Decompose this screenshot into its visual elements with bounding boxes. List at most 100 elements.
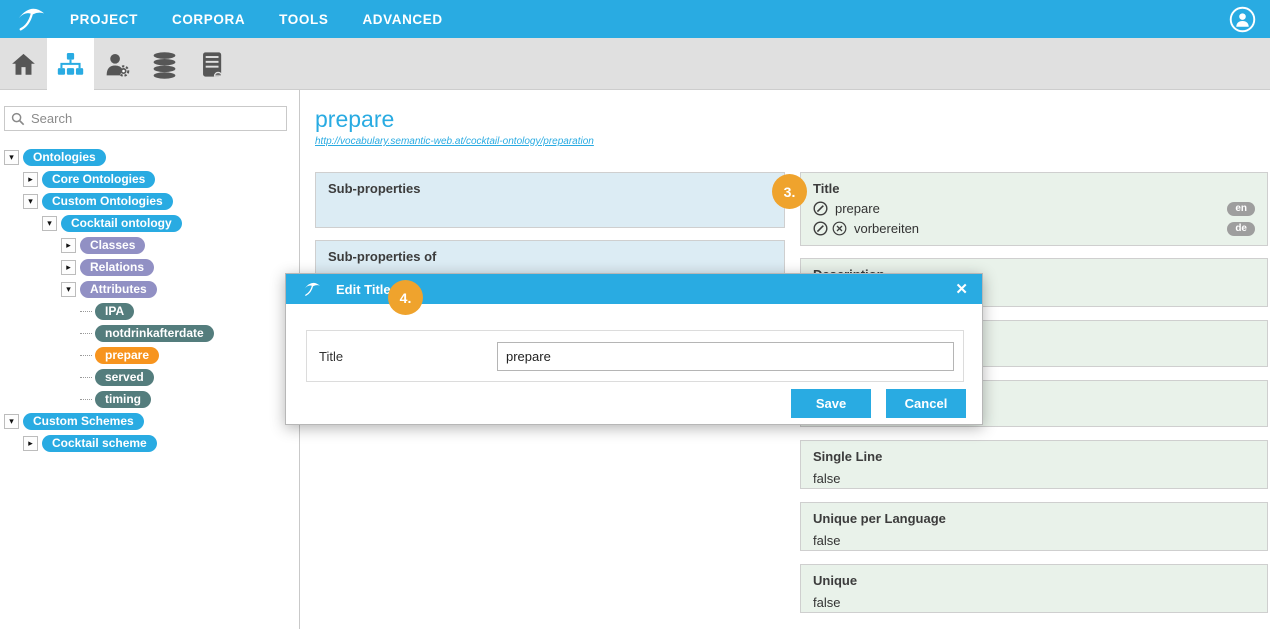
user-account-icon[interactable] — [1229, 6, 1256, 33]
panel-value: false — [813, 533, 1255, 548]
tree-expander-icon[interactable]: ▾ — [4, 150, 19, 165]
tree-row: ▸ Core Ontologies — [0, 168, 298, 190]
poolparty-umbrella-logo — [14, 4, 48, 34]
repository-icon — [197, 50, 226, 79]
edit-icon[interactable] — [813, 221, 828, 236]
tab-repository[interactable] — [188, 38, 235, 90]
poolparty-umbrella-logo — [302, 280, 322, 298]
cancel-button[interactable]: Cancel — [886, 389, 966, 418]
language-badge: de — [1227, 222, 1255, 236]
search-input[interactable] — [31, 111, 280, 126]
tab-home[interactable] — [0, 38, 47, 90]
tab-hierarchy[interactable] — [47, 38, 94, 90]
tree-connector — [80, 311, 92, 312]
title-field-label: Title — [319, 349, 343, 364]
language-badge: en — [1227, 202, 1255, 216]
title-value-row: prepare en — [813, 201, 1255, 216]
tree-expander-icon[interactable]: ▸ — [23, 172, 38, 187]
tree-pill[interactable]: prepare — [95, 347, 159, 364]
tree-pill[interactable]: timing — [95, 391, 151, 408]
database-icon — [150, 50, 179, 79]
tree-row: ▸ Classes — [0, 234, 298, 256]
panel-title: Title — [813, 181, 1255, 196]
tree-pill[interactable]: Cocktail scheme — [42, 435, 157, 452]
title-value-row: vorbereiten de — [813, 221, 1255, 236]
tree-pill[interactable]: Ontologies — [23, 149, 106, 166]
tree-pill[interactable]: Custom Schemes — [23, 413, 144, 430]
annotation-step-3: 3. — [772, 174, 807, 209]
dialog-title: Edit Title — [336, 282, 391, 297]
title-value-text: vorbereiten — [854, 221, 919, 236]
panel-title: Single Line — [813, 449, 1255, 464]
icon-toolbar — [0, 38, 1270, 90]
tree-pill[interactable]: Classes — [80, 237, 145, 254]
tree-connector — [80, 333, 92, 334]
tree-row: prepare — [0, 344, 298, 366]
top-navigation-bar: PROJECT CORPORA TOOLS ADVANCED — [0, 0, 1270, 38]
tree-row: IPA — [0, 300, 298, 322]
tree-pill[interactable]: IPA — [95, 303, 134, 320]
tree-pill[interactable]: served — [95, 369, 154, 386]
close-icon[interactable]: ✕ — [955, 280, 968, 298]
user-admin-icon — [103, 50, 132, 79]
nav-menu-item[interactable]: PROJECT — [70, 12, 138, 27]
tab-database[interactable] — [141, 38, 188, 90]
tree-row: ▸ Relations — [0, 256, 298, 278]
tree-row: ▾ Ontologies — [0, 146, 298, 168]
panel-title: Sub-properties — [328, 181, 772, 196]
nav-menu-item[interactable]: TOOLS — [279, 12, 328, 27]
resource-uri-link[interactable]: http://vocabulary.semantic-web.at/cockta… — [315, 136, 594, 147]
sidebar: ▾ Ontologies ▸ Core Ontologies ▾ Custom … — [0, 90, 300, 629]
property-panel: Single Line false — [800, 440, 1268, 489]
title-field-group: Title — [306, 330, 964, 382]
tree-expander-icon[interactable]: ▸ — [61, 260, 76, 275]
tree-row: notdrinkafterdate — [0, 322, 298, 344]
panel-title: Sub-properties of — [328, 249, 772, 264]
tab-user-administration[interactable] — [94, 38, 141, 90]
tree-connector — [80, 355, 92, 356]
tree-row: timing — [0, 388, 298, 410]
tree-row: ▾ Cocktail ontology — [0, 212, 298, 234]
edit-icon[interactable] — [813, 201, 828, 216]
annotation-step-4: 4. — [388, 280, 423, 315]
nav-menu-item[interactable]: CORPORA — [172, 12, 245, 27]
panel-value: false — [813, 595, 1255, 610]
property-panel: Unique false — [800, 564, 1268, 613]
save-button[interactable]: Save — [791, 389, 871, 418]
tree-row: ▾ Custom Ontologies — [0, 190, 298, 212]
tree-expander-icon[interactable]: ▾ — [4, 414, 19, 429]
title-input[interactable] — [497, 342, 954, 371]
panel-title: Unique per Language — [813, 511, 1255, 526]
hierarchy-icon — [56, 50, 85, 79]
tree-connector — [80, 399, 92, 400]
home-icon — [9, 50, 38, 79]
tree-pill[interactable]: Relations — [80, 259, 154, 276]
tree-row: served — [0, 366, 298, 388]
panel-title: Unique — [813, 573, 1255, 588]
tree-row: ▾ Attributes — [0, 278, 298, 300]
search-icon — [11, 112, 25, 126]
property-panel: Sub-properties — [315, 172, 785, 228]
tree-pill[interactable]: Cocktail ontology — [61, 215, 182, 232]
tree-pill[interactable]: notdrinkafterdate — [95, 325, 214, 342]
property-panel: Title prepare en vorbereiten de — [800, 172, 1268, 246]
tree-row: ▾ Custom Schemes — [0, 410, 298, 432]
ontology-tree: ▾ Ontologies ▸ Core Ontologies ▾ Custom … — [0, 146, 298, 454]
tree-expander-icon[interactable]: ▸ — [23, 436, 38, 451]
tree-expander-icon[interactable]: ▾ — [42, 216, 57, 231]
property-panel: Unique per Language false — [800, 502, 1268, 551]
tree-connector — [80, 377, 92, 378]
panel-value: false — [813, 471, 1255, 486]
title-value-text: prepare — [835, 201, 880, 216]
tree-pill[interactable]: Core Ontologies — [42, 171, 155, 188]
nav-menu-item[interactable]: ADVANCED — [362, 12, 442, 27]
tree-expander-icon[interactable]: ▾ — [23, 194, 38, 209]
remove-icon[interactable] — [832, 221, 847, 236]
tree-pill[interactable]: Attributes — [80, 281, 157, 298]
tree-expander-icon[interactable]: ▸ — [61, 238, 76, 253]
page-title: prepare — [315, 106, 394, 133]
tree-row: ▸ Cocktail scheme — [0, 432, 298, 454]
tree-pill[interactable]: Custom Ontologies — [42, 193, 173, 210]
tree-expander-icon[interactable]: ▾ — [61, 282, 76, 297]
nav-menu: PROJECT CORPORA TOOLS ADVANCED — [70, 12, 443, 27]
